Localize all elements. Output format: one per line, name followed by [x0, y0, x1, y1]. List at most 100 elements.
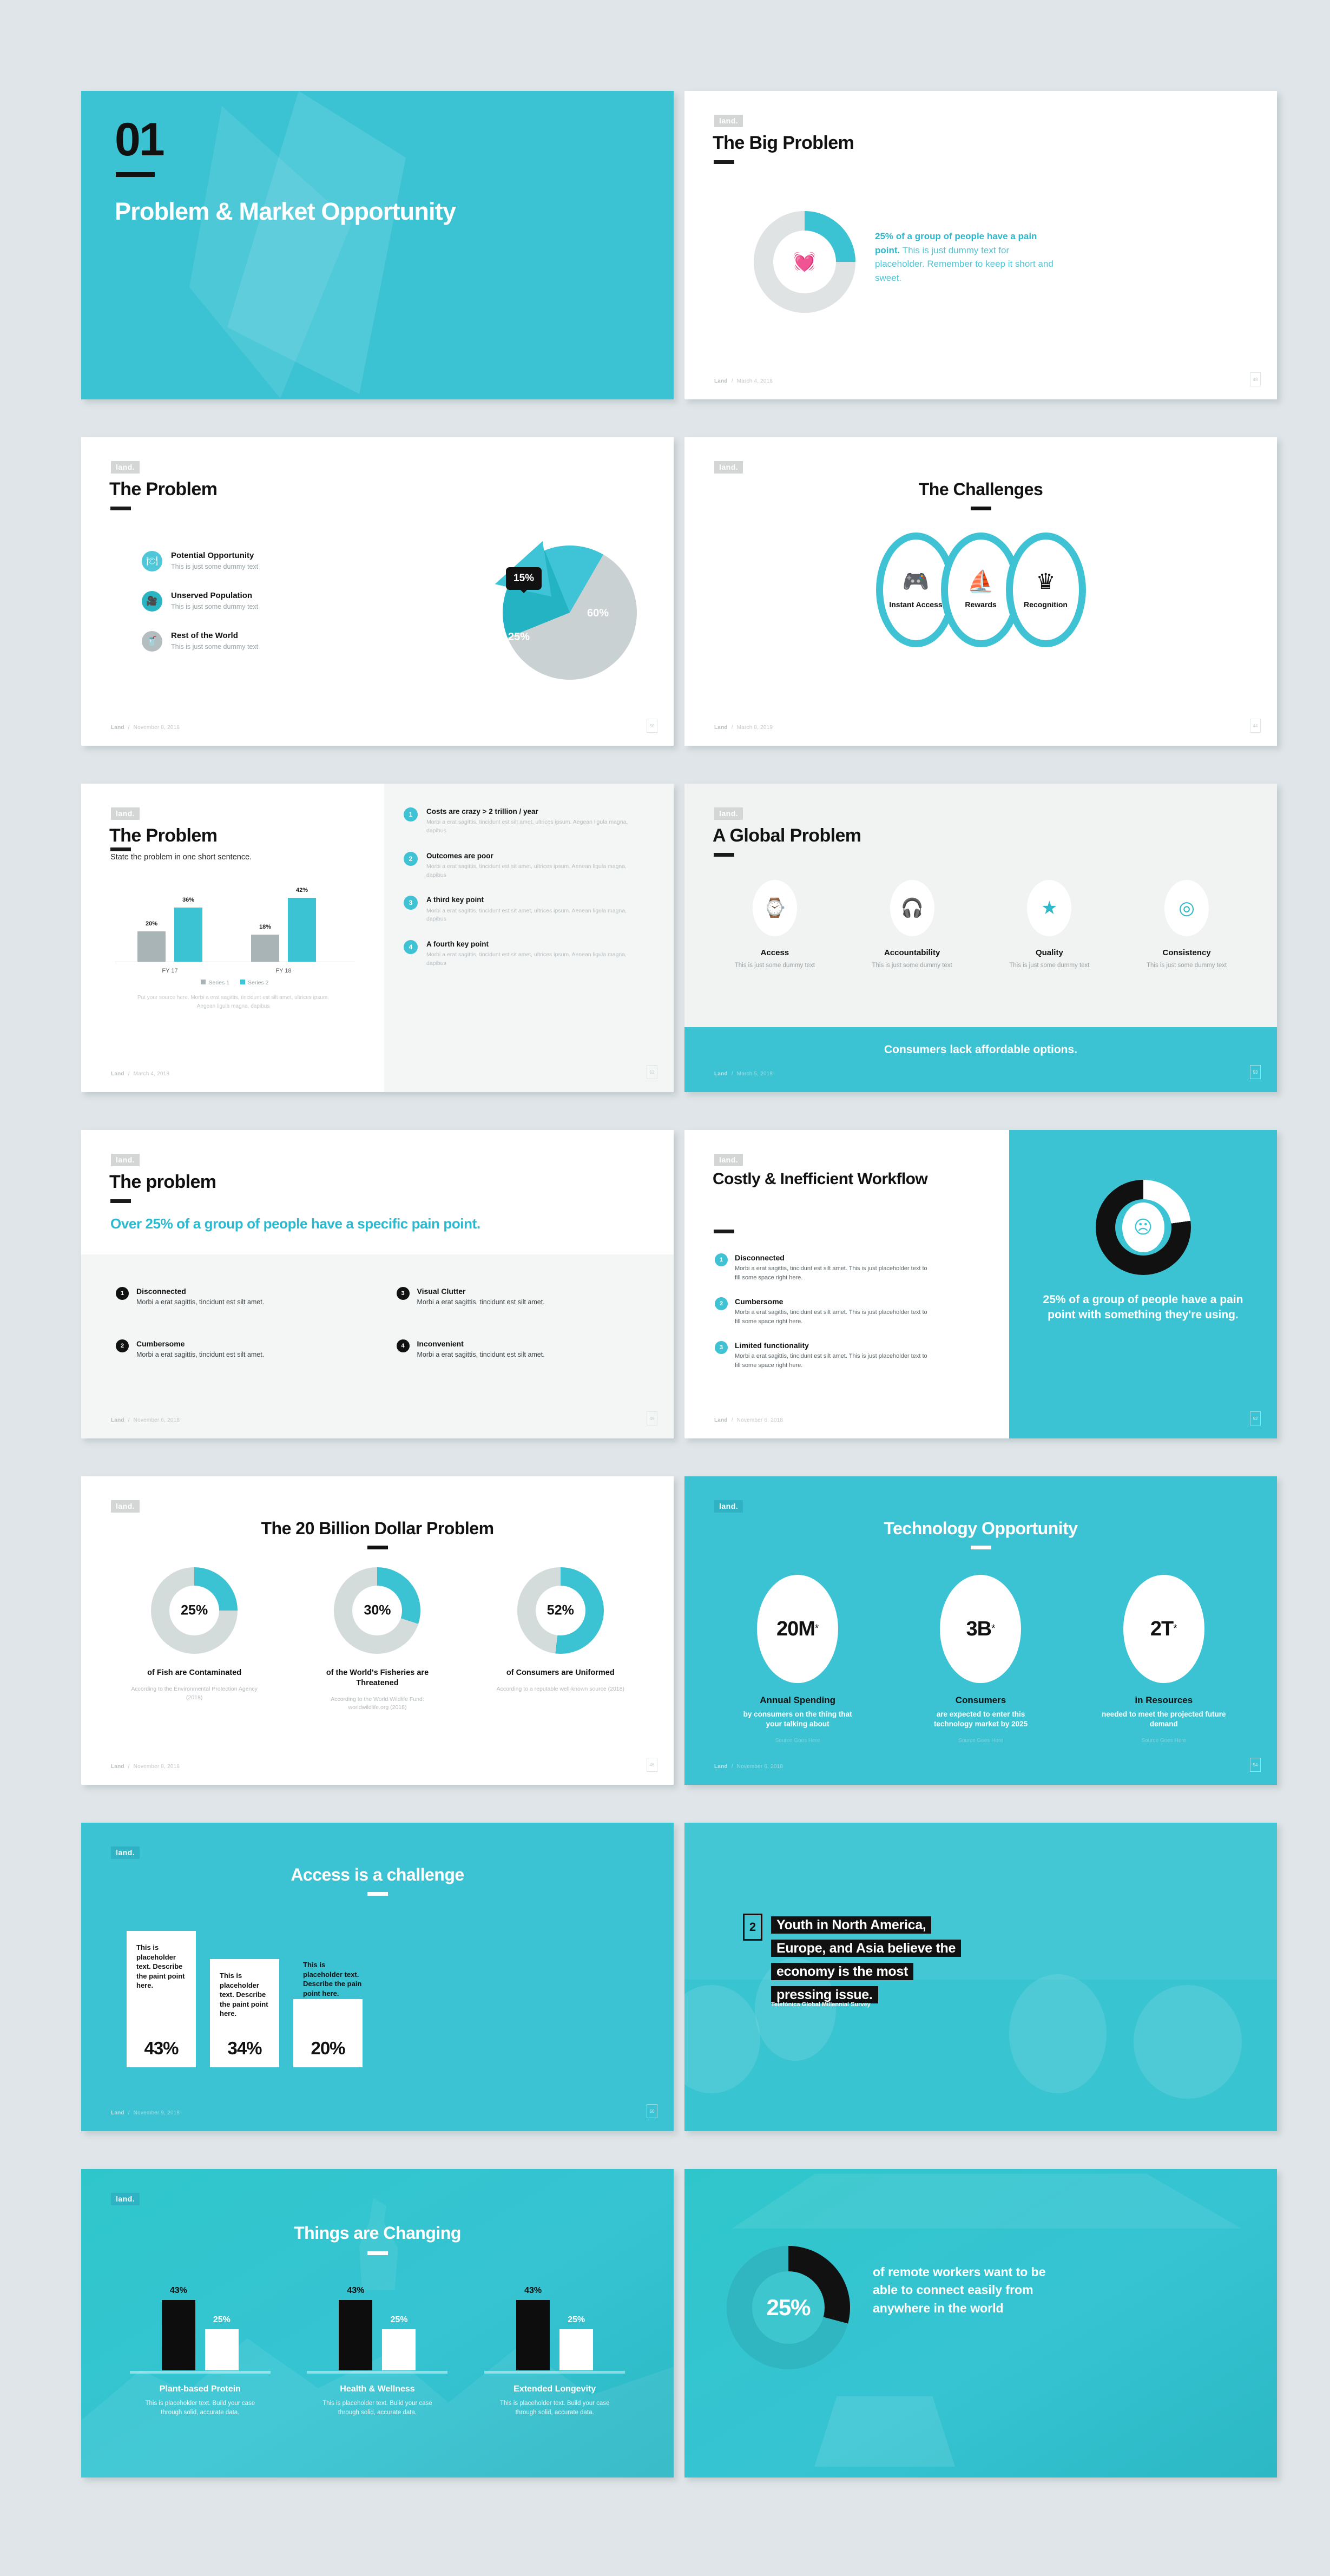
chart-desc: This is placeholder text. Build your cas… [499, 2400, 610, 2416]
quote-number: 2 [743, 1914, 762, 1941]
legend-list: 🍽 Potential Opportunity This is just som… [142, 551, 331, 671]
feature-list: ⌚ Access This is just some dummy text 🎧 … [706, 880, 1255, 970]
umbrella-silhouette [732, 2173, 1242, 2229]
page-title: Technology Opportunity [884, 1519, 1078, 1538]
feature-name: Consistency [1162, 948, 1211, 957]
footer-brand: Land [714, 1417, 728, 1423]
stat-list: 20M * Annual Spending by consumers on the… [706, 1575, 1255, 1744]
carton-icon: 🥤 [142, 631, 162, 652]
legend-series1: Series 1 [201, 980, 229, 986]
slide-remote-workers[interactable]: 25% of remote workers want to be able to… [684, 2169, 1277, 2478]
page-number: 53 [1250, 1065, 1261, 1079]
chart-item: 43% 25% Health & Wellness This is placeh… [307, 2275, 448, 2418]
quote-line: economy is the most [771, 1963, 913, 1980]
brand-logo: land. [111, 807, 140, 820]
slide-20-billion-dollar-problem[interactable]: land. The 20 Billion Dollar Problem 25% … [81, 1476, 674, 1785]
item-number: 2 [715, 1297, 728, 1310]
slide-a-global-problem[interactable]: land. A Global Problem ⌚ Access This is … [684, 784, 1277, 1092]
bar-series2: 42% [288, 887, 316, 962]
stat-label: of Fish are Contaminated [147, 1668, 242, 1677]
bullet-title: Visual Clutter [417, 1287, 466, 1296]
x-tick-fy18: FY 18 [275, 968, 292, 974]
bar-series1: 18% [251, 924, 279, 962]
bar-group-fy17: 20% 36% [137, 897, 202, 962]
legend-item: 🥤 Rest of the World This is just some du… [142, 631, 331, 652]
item-number: 3 [715, 1341, 728, 1354]
bar-light: 25% [205, 2315, 239, 2370]
keypoint-number: 4 [404, 940, 418, 955]
item-desc: Morbi a erat sagittis, tincidunt est sil… [735, 1265, 927, 1281]
slide-the-problem-pie[interactable]: land. The Problem 🍽 Potential Opportunit… [81, 437, 674, 746]
chart-item: 43% 25% Plant-based Protein This is plac… [129, 2275, 271, 2418]
stat-value: 3B [966, 1617, 992, 1640]
bullet-desc: Morbi a erat sagittis, tincidunt est sil… [417, 1298, 545, 1306]
bar-light: 25% [382, 2315, 416, 2370]
stat-card: This is placeholder text. Describe the p… [210, 1959, 279, 2067]
feature-item: ★ Quality This is just some dummy text [1000, 880, 1098, 970]
stat-card: This is placeholder text. Describe the p… [293, 1961, 363, 2067]
item-desc: Morbi a erat sagittis, tincidunt est sil… [735, 1353, 927, 1369]
baseline [307, 2371, 448, 2374]
item-number: 1 [715, 1253, 728, 1266]
bullet-item: 2 Cumbersome Morbi a erat sagittis, tinc… [116, 1339, 359, 1358]
chart-item: 43% 25% Extended Longevity This is place… [484, 2275, 626, 2418]
keypoint-item: 1 Costs are crazy > 2 trillion / year Mo… [404, 807, 636, 836]
body-text: This is just dummy text for placeholder.… [875, 245, 1054, 283]
slide-the-problem-bullets[interactable]: land. The problem Over 25% of a group of… [81, 1130, 674, 1438]
chart-desc: This is placeholder text. Build your cas… [145, 2400, 255, 2416]
stat-asterisk: * [1173, 1623, 1177, 1634]
feature-item: ⌚ Access This is just some dummy text [726, 880, 824, 970]
title-rule [714, 160, 734, 164]
slide-the-challenges[interactable]: land. The Challenges 🎮 Instant Access ⛵ … [684, 437, 1277, 746]
footer-date: November 6, 2018 [736, 1764, 783, 1770]
legend-item: 🍽 Potential Opportunity This is just som… [142, 551, 331, 571]
legend-sub: This is just some dummy text [171, 643, 259, 650]
bullet-number: 3 [396, 1287, 410, 1300]
page-number: 54 [1250, 1758, 1261, 1772]
title-rule [110, 847, 131, 851]
challenge-label: Instant Access [889, 600, 943, 609]
slide-costly-inefficient-workflow[interactable]: ☹ 25% of a group of people have a pain p… [684, 1130, 1277, 1438]
bar-chart: 20% 36% FY 17 18% 42% FY 18 Series 1 Ser… [115, 884, 355, 986]
workflow-list: 1 Disconnected Morbi a erat sagittis, ti… [715, 1253, 931, 1385]
support-agent-icon: 🎧 [890, 880, 934, 936]
legend-series2: Series 2 [240, 980, 269, 986]
slide-the-big-problem[interactable]: land. The Big Problem 💓 25% of a group o… [684, 91, 1277, 399]
donut-chart: ☹ [1095, 1180, 1191, 1275]
footer-date: November 6, 2018 [133, 1417, 180, 1423]
footer: Land / March 5, 2018 [714, 1071, 773, 1077]
page-title: The Problem [109, 479, 218, 500]
feature-name: Accountability [884, 948, 940, 957]
baseline [129, 2371, 271, 2374]
feature-item: 🎧 Accountability This is just some dummy… [864, 880, 961, 970]
stat-label: of Consumers are Uniformed [506, 1668, 615, 1677]
challenge-label: Recognition [1024, 600, 1068, 609]
footer: Land / November 9, 2018 [111, 2110, 180, 2116]
keypoint-title: A third key point [426, 896, 484, 904]
bar-series1: 20% [137, 921, 166, 962]
banner-text: Consumers lack affordable options. [884, 1043, 1078, 1056]
title-rule [714, 853, 734, 857]
bullet-title: Disconnected [136, 1287, 186, 1296]
footer-brand: Land [111, 1417, 124, 1423]
slide-technology-opportunity[interactable]: land. Technology Opportunity 20M * Annual… [684, 1476, 1277, 1785]
pie-label-60: 60% [587, 607, 609, 619]
legend-title: Unserved Population [171, 591, 253, 600]
slide-problem-market-opportunity[interactable]: 01 Problem & Market Opportunity [81, 91, 674, 399]
slide-deck: 01 Problem & Market Opportunity land. Th… [0, 0, 1330, 2576]
slide-access-is-a-challenge[interactable]: land. Access is a challenge This is plac… [81, 1823, 674, 2131]
stat-bubble: 3B * [940, 1575, 1022, 1683]
challenge-item[interactable]: ♛ Recognition [1005, 533, 1086, 647]
footer-date: November 8, 2018 [133, 725, 180, 731]
bullet-desc: Morbi a erat sagittis, tincidunt est sil… [136, 1298, 265, 1306]
chart-list: 43% 25% Plant-based Protein This is plac… [111, 2275, 643, 2418]
slide-the-problem-bars[interactable]: land. The Problem State the problem in o… [81, 784, 674, 1092]
slide-youth-quote[interactable]: 2 Youth in North America, Europe, and As… [684, 1823, 1277, 2131]
quote-text: Youth in North America, Europe, and Asia… [771, 1914, 1245, 2007]
page-number: 48 [1250, 372, 1261, 386]
stat-source: According to a reputable well-known sour… [496, 1685, 624, 1692]
slide-things-are-changing[interactable]: land. Things are Changing 43% 25% Plant-… [81, 2169, 674, 2478]
chart-name: Health & Wellness [340, 2384, 415, 2394]
bullet-title: Inconvenient [417, 1339, 464, 1348]
chart-source: Put your source here. Morbi a erat sagit… [137, 995, 330, 1009]
